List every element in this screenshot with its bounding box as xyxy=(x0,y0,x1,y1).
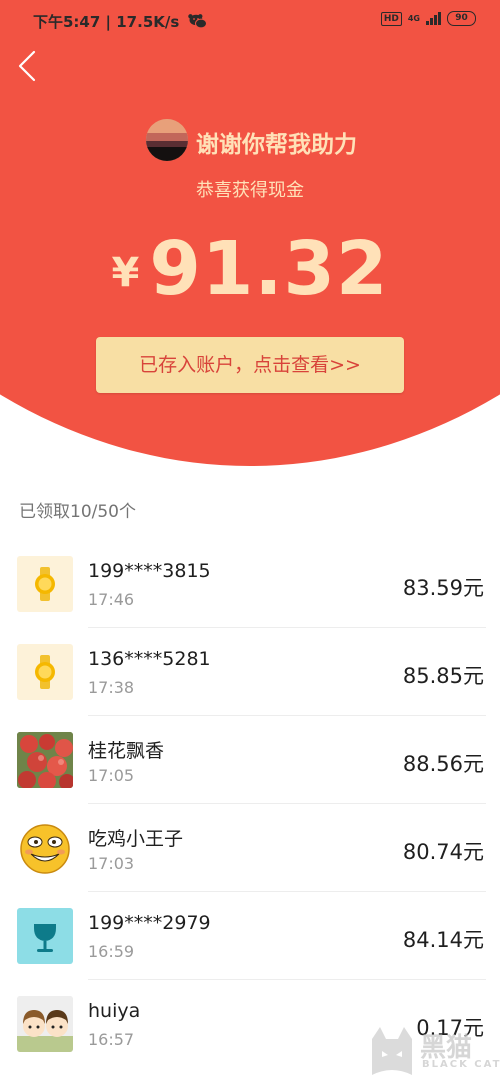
network-type: 4G xyxy=(407,13,420,23)
status-left: 下午5:47 | 17.5K/s xyxy=(33,11,207,33)
claim-time: 17:38 xyxy=(88,678,135,697)
watch-icon xyxy=(17,644,73,700)
claim-amount: 88.56元 xyxy=(402,752,484,776)
claims-list: 199****3815 17:46 83.59元 136****5281 17:… xyxy=(0,540,500,1068)
apple-photo-avatar xyxy=(17,732,73,788)
claim-amount: 83.59元 xyxy=(402,576,484,600)
claimer-name: 吃鸡小王子 xyxy=(88,828,184,850)
claimer-name: huiya xyxy=(88,1000,141,1022)
amount-value: 91.32 xyxy=(149,226,389,312)
claim-time: 17:46 xyxy=(88,590,135,609)
claim-time: 16:59 xyxy=(88,942,135,961)
claim-amount: 80.74元 xyxy=(402,840,484,864)
hd-icon: HD xyxy=(380,11,402,26)
claim-count: 已领取10/50个 xyxy=(19,502,136,522)
claim-time: 17:05 xyxy=(88,766,135,785)
battery-icon: 90 xyxy=(447,11,476,26)
currency-symbol: ¥ xyxy=(111,250,140,296)
claim-time: 17:03 xyxy=(88,854,135,873)
cup-icon xyxy=(17,908,73,964)
sender-avatar xyxy=(146,119,188,161)
amount-display: ¥91.32 xyxy=(0,226,500,312)
list-item[interactable]: 199****3815 17:46 83.59元 xyxy=(0,540,500,628)
claim-amount: 84.14元 xyxy=(402,928,484,952)
view-account-button[interactable]: 已存入账户，点击查看>> xyxy=(96,337,404,393)
claimer-name: 桂花飘香 xyxy=(88,740,165,762)
list-item[interactable]: 199****2979 16:59 84.14元 xyxy=(0,892,500,980)
list-item[interactable]: 136****5281 17:38 85.85元 xyxy=(0,628,500,716)
sender-title: 谢谢你帮我助力 xyxy=(196,132,357,158)
claim-amount: 85.85元 xyxy=(402,664,484,688)
cartoon-kids-avatar xyxy=(17,996,73,1052)
claimer-name: 199****2979 xyxy=(88,912,211,934)
list-item[interactable]: 吃鸡小王子 17:03 80.74元 xyxy=(0,804,500,892)
status-separator: | xyxy=(105,13,117,31)
status-right: HD 4G 90 xyxy=(380,11,476,26)
congrats-subtitle: 恭喜获得现金 xyxy=(196,180,304,201)
status-bar: 下午5:47 | 17.5K/s •• HD 4G 90 xyxy=(0,0,500,42)
status-speed: 17.5K/s xyxy=(116,13,180,31)
signal-icon xyxy=(426,12,441,25)
claimer-name: 136****5281 xyxy=(88,648,211,670)
more-notifications-icon: •• xyxy=(186,8,206,26)
claim-time: 16:57 xyxy=(88,1030,135,1049)
chevron-left-icon xyxy=(18,50,36,82)
status-time: 下午5:47 xyxy=(33,13,101,31)
back-button[interactable] xyxy=(12,46,46,86)
watermark-subtitle: BLACK CAT xyxy=(422,1059,500,1070)
claimer-name: 199****3815 xyxy=(88,560,211,582)
watch-icon xyxy=(17,556,73,612)
black-cat-logo-icon xyxy=(372,1027,412,1075)
watermark: 黑猫 BLACK CAT xyxy=(368,1025,499,1077)
list-item[interactable]: 桂花飘香 17:05 88.56元 xyxy=(0,716,500,804)
red-packet-header: 下午5:47 | 17.5K/s •• HD 4G 90 谢谢你帮我助力 恭喜获… xyxy=(0,0,500,470)
emoji-face-avatar xyxy=(17,820,73,876)
